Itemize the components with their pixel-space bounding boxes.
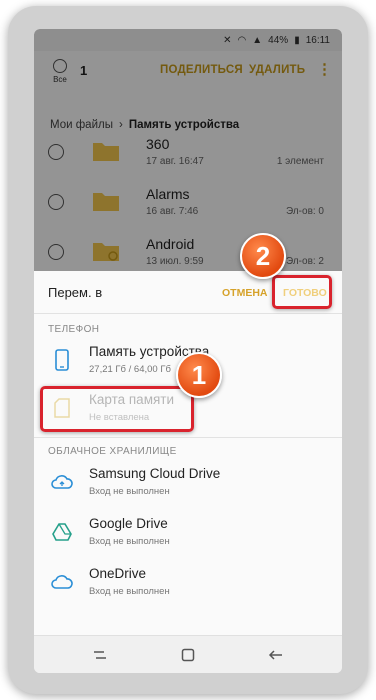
phone-icon xyxy=(51,349,73,371)
cloud-status: Вход не выполнен xyxy=(89,586,170,597)
phone-section-header: ТЕЛЕФОН xyxy=(48,324,100,335)
device-storage-detail: 27,21 Гб / 64,00 Гб xyxy=(89,364,171,375)
cloud-status: Вход не выполнен xyxy=(89,486,170,497)
samsung-cloud-option[interactable]: Samsung Cloud Drive Вход не выполнен xyxy=(34,459,342,507)
step-2-badge: 2 xyxy=(240,233,286,279)
move-to-sheet: Перем. в ОТМЕНА ГОТОВО ТЕЛЕФОН Память ус… xyxy=(34,271,342,635)
divider xyxy=(34,437,342,438)
done-button-highlight xyxy=(272,275,332,309)
samsung-cloud-icon xyxy=(51,471,73,493)
home-icon[interactable] xyxy=(178,645,198,665)
google-drive-option[interactable]: Google Drive Вход не выполнен xyxy=(34,509,342,557)
cancel-button[interactable]: ОТМЕНА xyxy=(222,287,268,299)
sheet-title: Перем. в xyxy=(48,285,103,300)
step-1-badge: 1 xyxy=(176,352,222,398)
navigation-bar xyxy=(34,635,342,673)
divider xyxy=(34,313,342,314)
back-icon[interactable] xyxy=(266,645,286,665)
google-drive-icon xyxy=(51,521,73,543)
cloud-section-header: ОБЛАЧНОЕ ХРАНИЛИЩЕ xyxy=(48,446,177,457)
phone-screen: ✕ ◠ ▲ 44% ▮ 16:11 Все 1 ПОДЕЛИТЬСЯ УДАЛИ… xyxy=(34,29,342,673)
recent-apps-icon[interactable] xyxy=(90,645,110,665)
cloud-name: OneDrive xyxy=(89,566,147,581)
onedrive-icon xyxy=(51,571,73,593)
dim-overlay[interactable] xyxy=(34,29,342,271)
cloud-name: Google Drive xyxy=(89,516,168,531)
sd-card-highlight xyxy=(40,386,194,432)
onedrive-option[interactable]: OneDrive Вход не выполнен xyxy=(34,559,342,607)
cloud-name: Samsung Cloud Drive xyxy=(89,466,221,481)
cloud-status: Вход не выполнен xyxy=(89,536,170,547)
